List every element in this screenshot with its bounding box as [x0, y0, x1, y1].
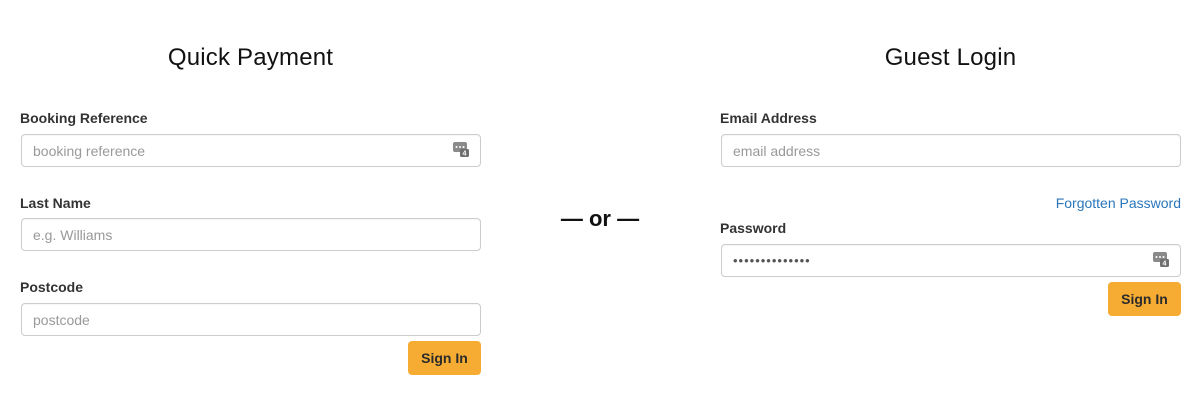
- guest-login-title: Guest Login: [884, 44, 1017, 71]
- email-address-input[interactable]: [721, 134, 1181, 167]
- booking-reference-label: Booking Reference: [20, 110, 148, 126]
- svg-text:4: 4: [1163, 261, 1167, 267]
- password-input[interactable]: [721, 244, 1181, 277]
- email-address-label: Email Address: [720, 110, 817, 126]
- or-divider: — or —: [560, 206, 640, 231]
- password-manager-icon[interactable]: 4: [1153, 251, 1169, 267]
- guest-login-sign-in-button[interactable]: Sign In: [1108, 282, 1181, 316]
- quick-payment-title: Quick Payment: [167, 44, 334, 71]
- postcode-label: Postcode: [20, 279, 84, 295]
- password-manager-icon[interactable]: 4: [453, 141, 469, 157]
- postcode-input[interactable]: [21, 303, 481, 336]
- last-name-label: Last Name: [20, 195, 91, 211]
- forgotten-password-link[interactable]: Forgotten Password: [1056, 195, 1181, 211]
- booking-reference-input[interactable]: [21, 134, 481, 167]
- svg-text:4: 4: [463, 151, 467, 157]
- quick-payment-sign-in-button[interactable]: Sign In: [408, 341, 481, 375]
- last-name-input[interactable]: [21, 218, 481, 251]
- password-label: Password: [720, 220, 787, 236]
